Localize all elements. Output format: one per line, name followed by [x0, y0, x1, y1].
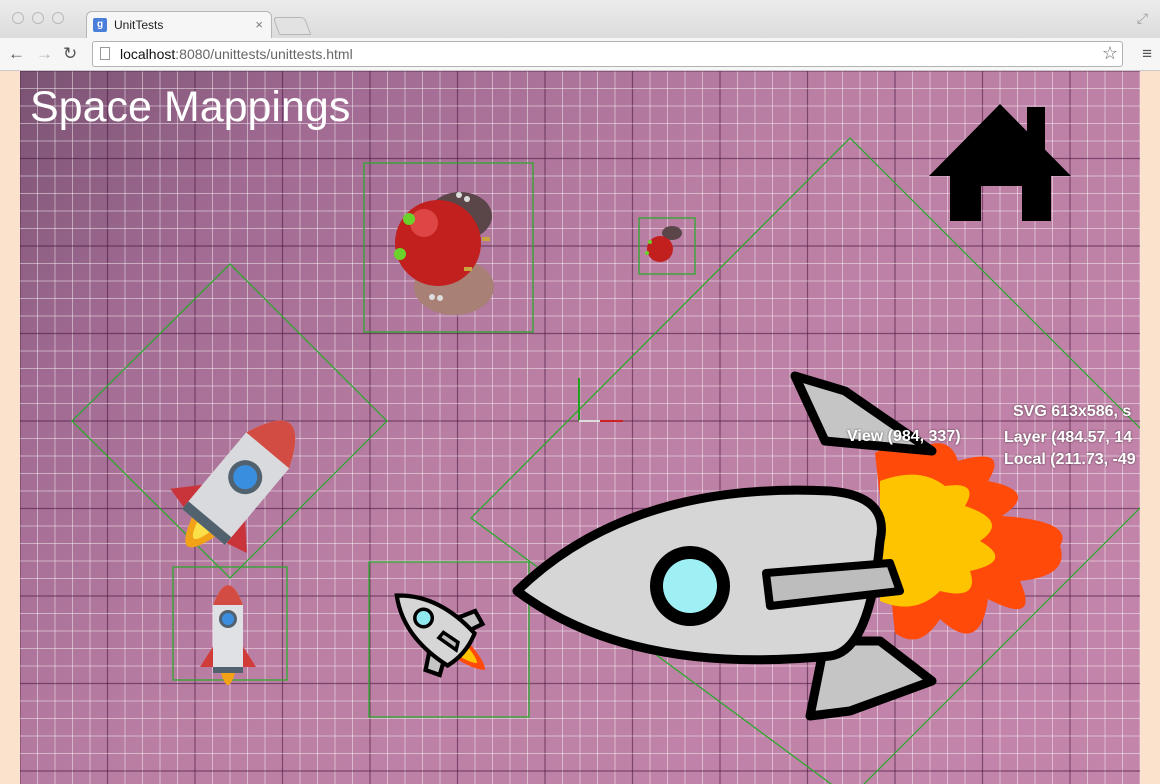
reload-icon[interactable]: ↻ — [63, 44, 77, 64]
hamburger-menu-icon[interactable]: ≡ — [1142, 44, 1152, 64]
fullscreen-icon[interactable]: ⤢ — [1137, 10, 1148, 27]
tab-title: UnitTests — [114, 18, 164, 32]
page-content: Space Mappings View (984, 337) SVG 613x5… — [0, 71, 1160, 784]
url-path: :8080/unittests/unittests.html — [175, 46, 353, 62]
home-icon[interactable] — [929, 104, 1071, 224]
view-coordinate-label: View (984, 337) — [847, 428, 961, 445]
browser-toolbar: ← → ↻ localhost:8080/unittests/unittests… — [0, 38, 1160, 71]
window-titlebar: g UnitTests × ⤢ — [0, 0, 1160, 39]
google-favicon-icon: g — [93, 18, 107, 32]
forward-arrow-icon[interactable]: → — [36, 44, 53, 64]
url-host: localhost — [120, 46, 176, 62]
space-stage[interactable]: Space Mappings View (984, 337) SVG 613x5… — [20, 71, 1140, 784]
rocket-cartoon[interactable] — [372, 566, 510, 699]
star-icon[interactable]: ☆ — [1102, 43, 1118, 64]
new-tab-button[interactable] — [272, 17, 312, 35]
rocket-tilted[interactable] — [149, 391, 328, 578]
layer-coordinate-label: Layer (484.57, 14 — [1004, 429, 1133, 446]
minimize-window-button[interactable] — [32, 12, 44, 24]
local-coordinate-label: Local (211.73, -49 — [1004, 451, 1136, 468]
zoom-window-button[interactable] — [52, 12, 64, 24]
page-icon — [100, 47, 110, 60]
svg-size-label: SVG 613x586, s — [1013, 403, 1132, 420]
close-window-button[interactable] — [12, 12, 24, 24]
asteroid-small[interactable] — [645, 226, 682, 262]
back-arrow-icon[interactable]: ← — [8, 44, 25, 64]
address-bar[interactable]: localhost:8080/unittests/unittests.html … — [92, 41, 1123, 67]
tab-unittests[interactable]: g UnitTests × — [86, 11, 272, 39]
rocket-large[interactable] — [512, 371, 1063, 721]
page-title: Space Mappings — [30, 83, 351, 131]
rocket-small[interactable] — [200, 585, 256, 685]
asteroid-large[interactable] — [394, 192, 494, 315]
url-text[interactable]: localhost:8080/unittests/unittests.html — [120, 46, 353, 62]
tab-close-button[interactable]: × — [255, 17, 263, 32]
